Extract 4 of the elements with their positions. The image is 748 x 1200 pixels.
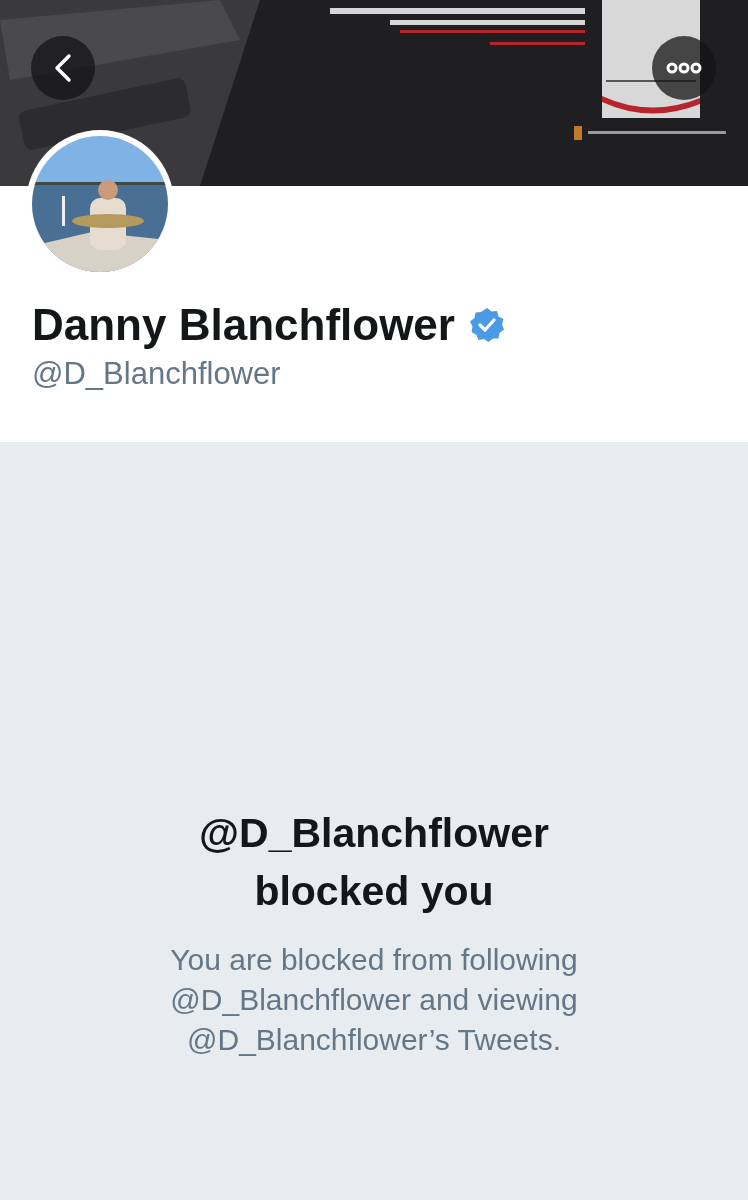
- blocked-message: You are blocked from following @D_Blanchflower and viewing @D_Blanchflower’s Tweets.: [169, 942, 579, 1058]
- profile-name: Danny Blanchflower: [32, 299, 455, 351]
- profile-handle: @D_Blanchflower: [32, 355, 282, 393]
- blocked-title: @D_Blanchflower blocked you: [198, 809, 550, 916]
